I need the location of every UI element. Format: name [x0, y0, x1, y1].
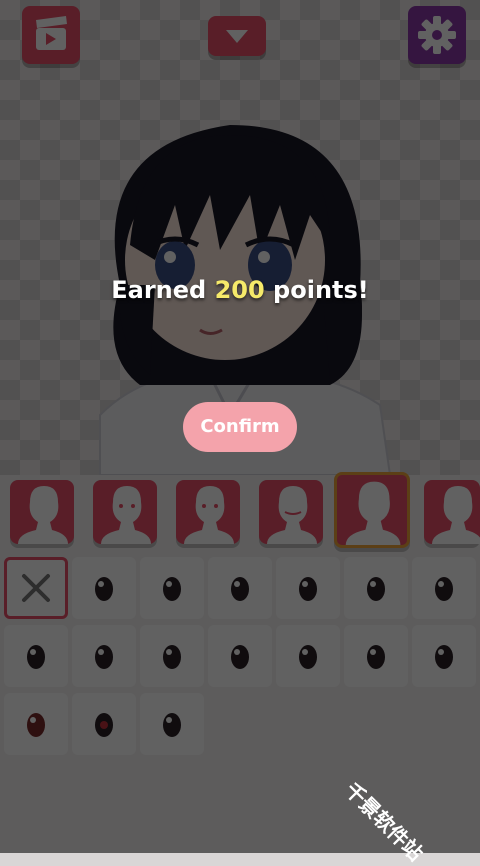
confirm-button[interactable]: Confirm — [183, 402, 297, 452]
message-prefix: Earned — [111, 276, 215, 304]
points-value: 200 — [214, 276, 265, 304]
message-suffix: points! — [264, 276, 369, 304]
reward-message: Earned 200 points! — [0, 276, 480, 304]
